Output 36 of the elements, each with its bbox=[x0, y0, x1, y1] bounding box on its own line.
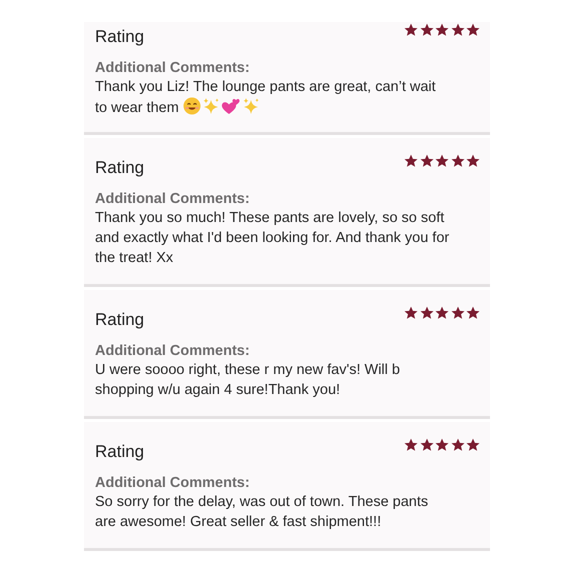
sparkles-icon bbox=[202, 97, 220, 115]
star-icon bbox=[420, 306, 434, 320]
star-icon bbox=[450, 306, 464, 320]
star-icon bbox=[420, 438, 434, 452]
comment-text: So sorry for the delay, was out of town. These pants are awesome! Great seller & fast shipment!!! bbox=[95, 493, 430, 532]
star-icon bbox=[466, 23, 480, 37]
sparkles-icon bbox=[242, 97, 260, 115]
star-icon bbox=[404, 23, 418, 37]
star-icon bbox=[450, 438, 464, 452]
rating-label: Rating bbox=[95, 442, 144, 462]
comment-text: Thank you Liz! The lounge pants are great, can’t wait to wear them bbox=[95, 78, 437, 118]
comment-text: U were soooo right, these r my new fav's! Will b shopping w/u again 4 sure!Thank you! bbox=[95, 361, 401, 400]
star-icon bbox=[420, 154, 434, 168]
rating-label: Rating bbox=[95, 27, 144, 47]
star-icon bbox=[435, 154, 449, 168]
two-hearts-icon bbox=[220, 97, 241, 115]
star-icon bbox=[466, 438, 480, 452]
comments-label: Additional Comments: bbox=[95, 475, 251, 491]
comments-label: Additional Comments: bbox=[95, 60, 251, 76]
star-icon bbox=[404, 438, 418, 452]
star-icon bbox=[420, 23, 434, 37]
star-icon bbox=[404, 154, 418, 168]
star-icon bbox=[450, 23, 464, 37]
rating-label: Rating bbox=[95, 158, 144, 178]
star-icon bbox=[466, 306, 480, 320]
comment-text: Thank you so much! These pants are lovely, so so soft and exactly what I'd been looking for. And thank you for the treat! Xx bbox=[95, 209, 450, 268]
comments-label: Additional Comments: bbox=[95, 191, 251, 207]
comments-label: Additional Comments: bbox=[95, 343, 251, 359]
smiling-face-icon bbox=[182, 97, 201, 115]
star-icon bbox=[450, 154, 464, 168]
star-icon bbox=[435, 23, 449, 37]
star-icon bbox=[466, 154, 480, 168]
rating-label: Rating bbox=[95, 310, 144, 330]
star-icon bbox=[435, 306, 449, 320]
star-icon bbox=[435, 438, 449, 452]
star-icon bbox=[404, 306, 418, 320]
